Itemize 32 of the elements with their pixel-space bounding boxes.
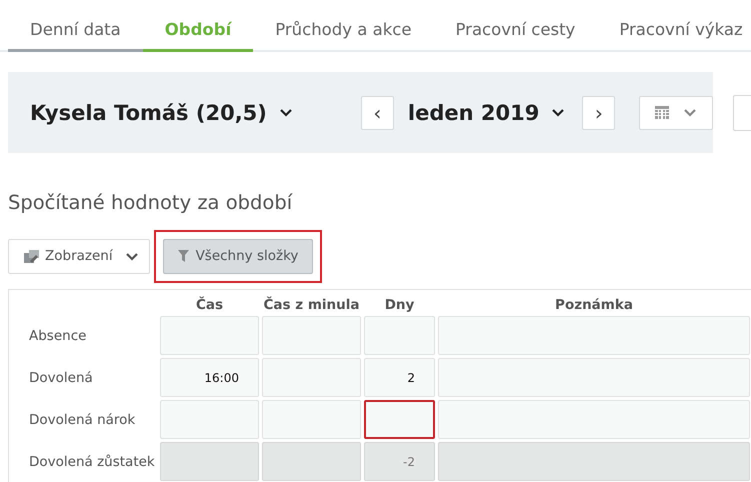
input-field[interactable]: -2 [364, 442, 435, 481]
row-label: Dovolená zůstatek [28, 452, 156, 472]
dropdown-field[interactable] [733, 94, 751, 130]
chevron-down-icon [683, 108, 698, 117]
employee-dropdown[interactable]: Kysela Tomáš (20,5) [30, 100, 293, 124]
input-field[interactable]: 2 [364, 358, 435, 397]
tab[interactable]: Pracovní výkaz [597, 0, 751, 52]
next-button[interactable]: › [582, 96, 616, 130]
calendar-dropdown[interactable] [639, 96, 714, 130]
row-label: Dovolená nárok [28, 410, 136, 430]
row-label: Dovolená [28, 368, 94, 388]
view-settings-icon [24, 250, 39, 262]
tab[interactable]: Pracovní cesty [434, 0, 598, 52]
column-header: Poznámka [554, 296, 634, 313]
column-header: Dny [384, 296, 416, 313]
period-dropdown[interactable]: leden 2019 [408, 100, 566, 124]
row-label: Absence [28, 326, 88, 346]
input-field[interactable] [364, 400, 435, 439]
section-title: Spočítané hodnoty za období [8, 191, 294, 216]
column-header: Čas z minula [262, 296, 360, 313]
calendar-icon [655, 106, 670, 119]
filter-icon [178, 250, 189, 262]
chevron-down-icon [278, 108, 293, 117]
tab[interactable]: Denní data [8, 0, 143, 52]
input-field[interactable]: 16:00 [160, 358, 259, 397]
filter-button[interactable]: Všechny složky [163, 238, 313, 274]
tab[interactable]: Průchody a akce [253, 0, 434, 52]
chevron-down-icon [125, 252, 139, 260]
previous-button[interactable]: ‹ [360, 96, 394, 130]
view-dropdown[interactable]: Zobrazení [8, 238, 150, 274]
column-header: Čas [194, 296, 224, 313]
chevron-down-icon [551, 108, 566, 117]
